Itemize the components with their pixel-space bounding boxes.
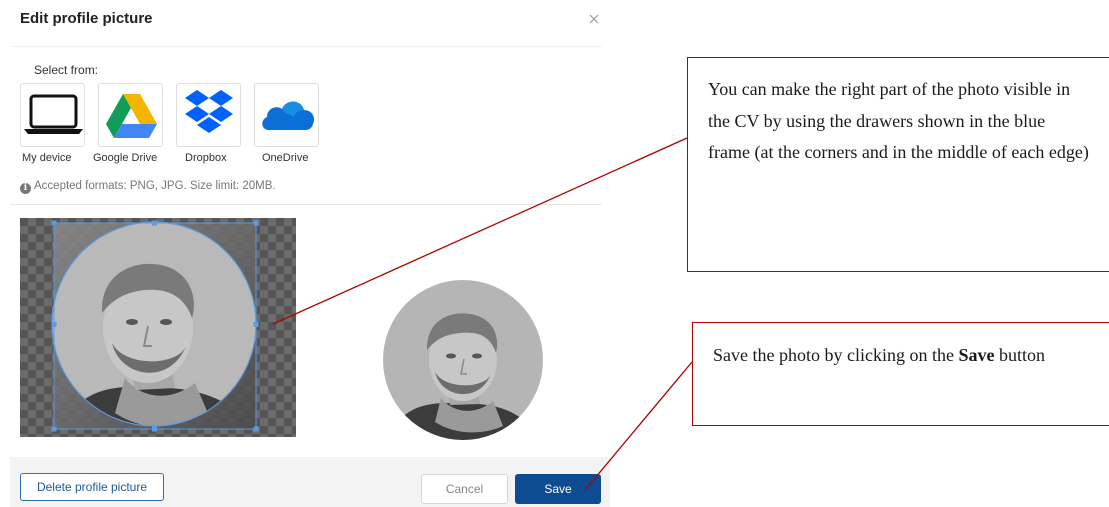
dropbox-icon bbox=[185, 90, 233, 133]
source-onedrive-label: OneDrive bbox=[262, 152, 309, 164]
crop-hint-text: You can make the right part of the photo… bbox=[708, 79, 1089, 162]
photo-preview bbox=[383, 280, 543, 440]
google-drive-icon bbox=[106, 94, 157, 138]
close-icon[interactable] bbox=[587, 12, 601, 26]
source-dropbox-label: Dropbox bbox=[185, 152, 227, 164]
source-onedrive-button[interactable] bbox=[254, 83, 319, 147]
save-button[interactable]: Save bbox=[515, 474, 601, 504]
delete-profile-picture-button[interactable]: Delete profile picture bbox=[20, 473, 164, 501]
crop-canvas bbox=[20, 218, 296, 437]
formats-text: Accepted formats: PNG, JPG. Size limit: … bbox=[34, 180, 276, 192]
edit-profile-picture-dialog: Edit profile picture Select from: My dev… bbox=[0, 0, 612, 507]
save-hint-bold: Save bbox=[958, 345, 995, 365]
source-google-drive-button[interactable] bbox=[98, 83, 163, 147]
source-my-device-button[interactable] bbox=[20, 83, 85, 147]
header-divider bbox=[10, 46, 602, 47]
select-from-label: Select from: bbox=[34, 63, 99, 77]
save-hint-callout: Save the photo by clicking on the Save b… bbox=[692, 322, 1109, 426]
crop-hint-callout: You can make the right part of the photo… bbox=[687, 57, 1109, 272]
dialog-header: Edit profile picture bbox=[0, 0, 612, 46]
onedrive-icon bbox=[262, 101, 314, 130]
save-hint-prefix: Save the photo by clicking on the bbox=[713, 345, 959, 365]
save-hint-suffix: button bbox=[994, 345, 1045, 365]
source-google-drive-label: Google Drive bbox=[93, 152, 158, 164]
cancel-button[interactable]: Cancel bbox=[421, 474, 508, 504]
dialog-title: Edit profile picture bbox=[20, 10, 153, 27]
source-my-device-label: My device bbox=[22, 152, 72, 164]
section-divider bbox=[10, 204, 602, 205]
info-icon: i bbox=[20, 183, 31, 194]
crop-editor[interactable] bbox=[20, 218, 296, 437]
formats-note: i Accepted formats: PNG, JPG. Size limit:… bbox=[20, 180, 276, 194]
source-dropbox-button[interactable] bbox=[176, 83, 241, 147]
laptop-icon bbox=[24, 94, 83, 134]
